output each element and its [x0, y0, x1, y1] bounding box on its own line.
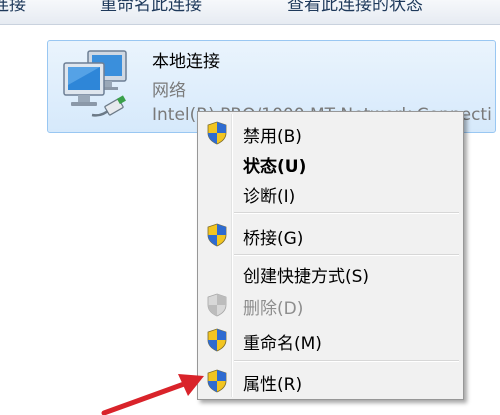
menu-separator: [234, 212, 459, 214]
menu-item-diagnose[interactable]: 诊断(I): [198, 178, 463, 208]
connection-type: 网络: [152, 81, 186, 101]
menu-item-bridge[interactable]: 桥接(G): [198, 220, 463, 250]
menu-separator: [234, 254, 459, 256]
menu-separator: [234, 360, 459, 362]
menu-item-create-shortcut[interactable]: 创建快捷方式(S): [198, 258, 463, 288]
context-menu: 禁用(B) 状态(U) 诊断(I) 桥接(G) 创建快捷方式(S) 删除(D): [197, 111, 464, 400]
uac-shield-icon: [207, 328, 227, 352]
menu-item-delete: 删除(D): [198, 290, 463, 320]
uac-shield-icon: [207, 223, 227, 247]
uac-shield-icon: [207, 121, 227, 145]
command-bar: 连接 重命名此连接 查看此连接的状态: [0, 0, 500, 25]
toolbar-view-status-button[interactable]: 查看此连接的状态: [287, 0, 423, 15]
menu-item-properties[interactable]: 属性(R): [198, 366, 463, 396]
toolbar-rename-button[interactable]: 重命名此连接: [100, 0, 202, 15]
network-computers-icon: [63, 50, 127, 117]
menu-item-disable[interactable]: 禁用(B): [198, 118, 463, 148]
uac-shield-disabled-icon: [207, 293, 227, 317]
toolbar-connect-button[interactable]: 连接: [0, 0, 26, 15]
connection-name: 本地连接: [152, 52, 220, 72]
menu-item-status[interactable]: 状态(U): [198, 148, 463, 178]
menu-item-rename[interactable]: 重命名(M): [198, 325, 463, 355]
red-arrow-icon: [101, 374, 204, 415]
